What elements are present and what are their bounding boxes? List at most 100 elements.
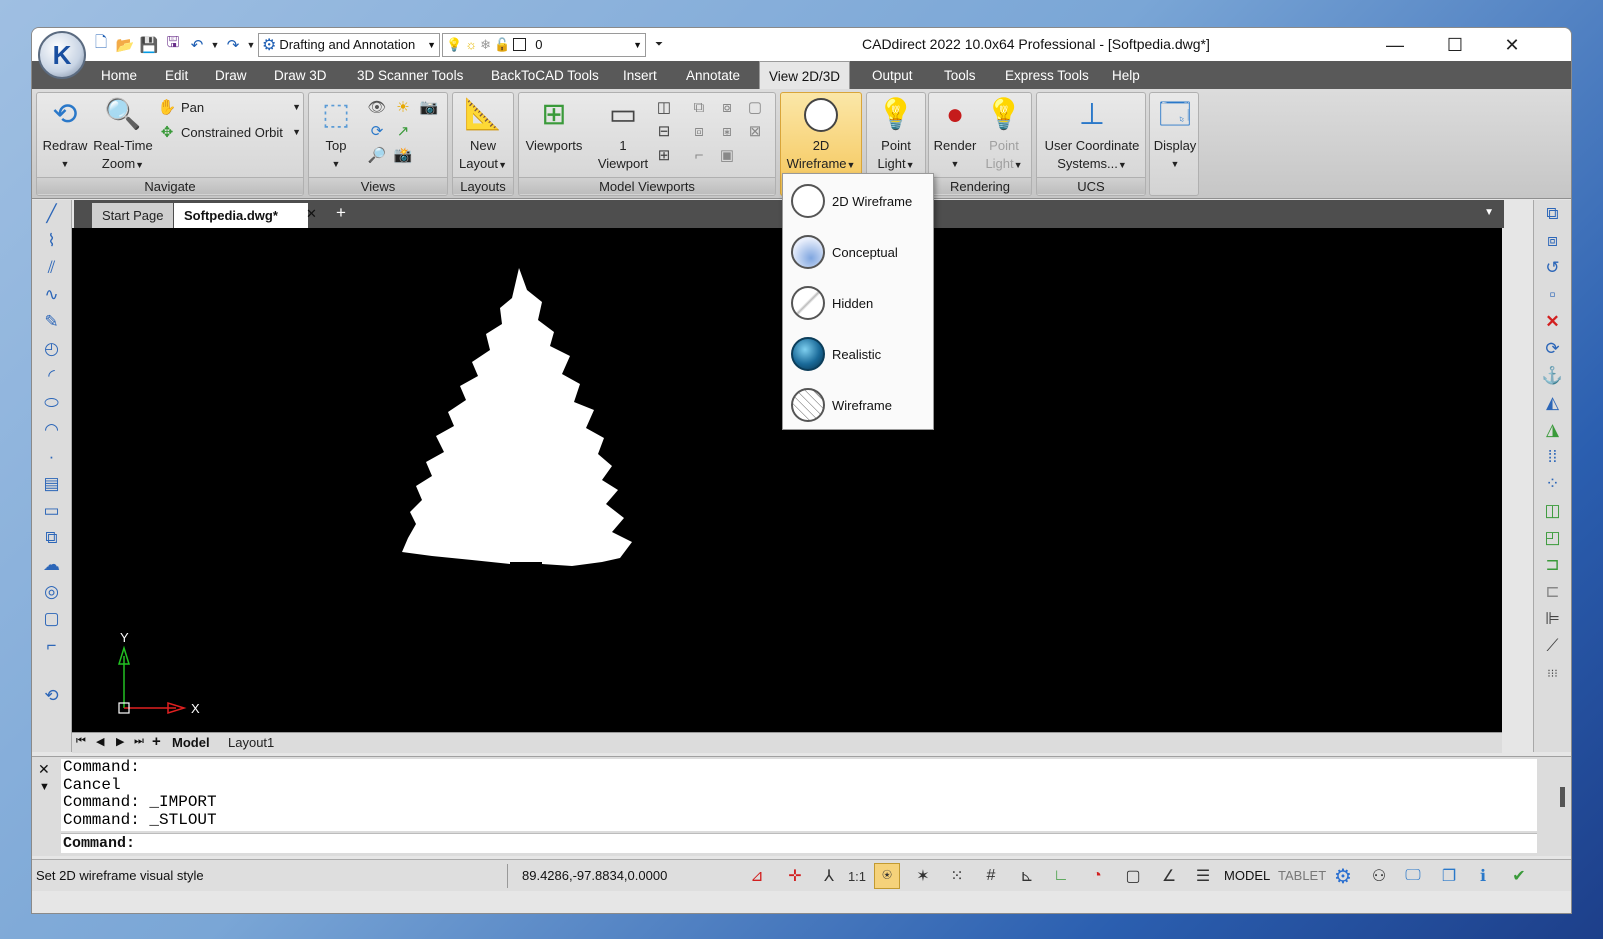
small-square-icon[interactable]: ▫ (1539, 282, 1567, 308)
lineweight-icon[interactable]: ☰ (1190, 863, 1216, 889)
break-icon[interactable]: ⊫ (1539, 606, 1567, 632)
coordinate-readout[interactable]: 89.4286,-97.8834,0.0000 (522, 868, 667, 883)
command-input[interactable]: Command: (61, 833, 1537, 853)
point-light-disabled-button[interactable]: 💡 Point Light▼ (979, 95, 1029, 174)
menu-home[interactable]: Home (92, 61, 146, 89)
layer-select[interactable]: 💡 ☼ ❄ 🔓 0 ▼ (442, 32, 646, 57)
close-button[interactable]: ✕ (1487, 30, 1537, 60)
view-eye-sun-icon[interactable]: ☀ (393, 97, 413, 117)
two-viewports-icon[interactable]: ◫ (654, 97, 674, 117)
menu-item-2d-wireframe[interactable]: 2D Wireframe (783, 176, 933, 226)
wipeout-icon[interactable]: ▢ (38, 606, 66, 632)
fillet-icon[interactable]: ⌐ (38, 633, 66, 659)
redraw-button[interactable]: ⟲ Redraw ▼ (39, 95, 91, 173)
viewport-frame-icon[interactable]: ▢ (745, 97, 765, 117)
add-layout-icon[interactable]: + (152, 733, 161, 750)
ortho-icon[interactable]: ⊾ (1014, 863, 1040, 889)
top-view-button[interactable]: ⬚ Top ▼ (311, 95, 361, 173)
snap-grid-icon[interactable]: ⊿ (744, 863, 770, 889)
first-layout-icon[interactable]: ⏮ (76, 735, 86, 748)
redo-dropdown-icon[interactable]: ▼ (246, 34, 256, 56)
four-viewports-icon[interactable]: ⊞ (654, 145, 674, 165)
grid-icon[interactable]: # (978, 863, 1004, 889)
workspace-users-icon[interactable]: ⚇ (1366, 863, 1392, 889)
camera-icon[interactable]: 📸 (393, 145, 413, 165)
realtime-zoom-button[interactable]: 🔍 Real-Time Zoom▼ (91, 95, 155, 174)
redo-icon[interactable]: ↷ (222, 34, 244, 56)
close-tab-icon[interactable]: ✕ (306, 206, 317, 222)
viewport-cross-icon[interactable]: ⊠ (745, 121, 765, 141)
ellipse-arc-icon[interactable]: ◠ (38, 417, 66, 443)
info-icon[interactable]: ℹ (1470, 863, 1496, 889)
menu-item-conceptual[interactable]: Conceptual (783, 227, 933, 277)
ellipse-icon[interactable]: ⬭ (38, 390, 66, 416)
menu-help[interactable]: Help (1103, 61, 1149, 89)
annotation-scale[interactable]: 1:1 (844, 863, 870, 889)
arc-icon[interactable]: ◜ (38, 363, 66, 389)
save-as-icon[interactable]: 🖫 (162, 34, 184, 56)
region-icon[interactable]: ⧉ (38, 525, 66, 551)
point-icon[interactable]: · (38, 444, 66, 470)
tablet-toggle[interactable]: TABLET (1278, 868, 1326, 883)
pan-button[interactable]: ✋ Pan ▼ (157, 97, 301, 117)
view-eye-icon[interactable]: 👁 (367, 97, 387, 117)
view-eye-arrow-icon[interactable]: ↗ (393, 121, 413, 141)
stretch-icon[interactable]: ◫ (1539, 498, 1567, 524)
open-file-icon[interactable]: 📂 (114, 34, 136, 56)
array-icon[interactable]: ⁞⁞ (1539, 444, 1567, 470)
command-scrollbar[interactable] (1560, 787, 1565, 807)
double-line-icon[interactable]: ⫽ (38, 255, 66, 281)
tab-list-dropdown-icon[interactable]: ▼ (1484, 207, 1494, 218)
settings-gear-icon[interactable]: ⚙ (1330, 863, 1356, 889)
next-layout-icon[interactable]: ▶ (116, 735, 124, 748)
rotate-icon[interactable]: ↺ (1539, 255, 1567, 281)
point-light-button[interactable]: 💡 Point Light▼ (869, 95, 923, 174)
rotate-3d-icon[interactable]: ⟳ (1539, 336, 1567, 362)
polygon-viewport-icon[interactable]: ⌐ (689, 145, 709, 165)
anchor-icon[interactable]: ⚓ (1539, 363, 1567, 389)
freehand-icon[interactable]: ✎ (38, 309, 66, 335)
clip-viewport-icon[interactable]: ⧈ (689, 121, 709, 141)
menu-output[interactable]: Output (863, 61, 922, 89)
undo-icon[interactable]: ↶ (186, 34, 208, 56)
extend-icon[interactable]: ⊏ (1539, 579, 1567, 605)
cursor-cross-icon[interactable]: ✛ (782, 863, 808, 889)
scale-viewport-icon[interactable]: ⧆ (717, 121, 737, 141)
object-tracking-icon[interactable]: ▢ (1120, 863, 1146, 889)
check-icon[interactable]: ✔ (1506, 863, 1532, 889)
explode-icon[interactable]: ⁝⁝⁝ (1539, 660, 1567, 686)
line-icon[interactable]: ╱ (38, 201, 66, 227)
menu-3d-scanner-tools[interactable]: 3D Scanner Tools (348, 61, 472, 89)
hatch-icon[interactable]: ▤ (38, 471, 66, 497)
display-button[interactable]: 🗔 Display ▼ (1152, 95, 1198, 173)
ucs-icon[interactable]: ⅄ (816, 863, 842, 889)
delete-icon[interactable]: ✕ (1539, 309, 1567, 335)
trim-icon[interactable]: ⊐ (1539, 552, 1567, 578)
polar-icon[interactable]: ∟ (1048, 863, 1074, 889)
save-icon[interactable]: 💾 (138, 34, 160, 56)
menu-express-tools[interactable]: Express Tools (996, 61, 1098, 89)
prev-layout-icon[interactable]: ◀ (96, 735, 104, 748)
object-snap-icon[interactable]: ◔ (1084, 863, 1110, 889)
maximize-button[interactable]: ☐ (1430, 30, 1480, 60)
polyline-icon[interactable]: ⌇ (38, 228, 66, 254)
view-orbit-icon[interactable]: ⟳ (367, 121, 387, 141)
menu-view-2d-3d[interactable]: View 2D/3D (759, 61, 851, 89)
minimize-button[interactable]: — (1370, 30, 1420, 60)
one-viewport-button[interactable]: ▭ 1 Viewport (593, 95, 653, 173)
menu-draw[interactable]: Draw (206, 61, 256, 89)
mirror-3d-icon[interactable]: ◮ (1539, 417, 1567, 443)
rectangle-icon[interactable]: ▭ (38, 498, 66, 524)
mirror-icon[interactable]: ◭ (1539, 390, 1567, 416)
ucs-button[interactable]: ⊥ User Coordinate Systems...▼ (1039, 95, 1145, 174)
dynamic-ucs-icon[interactable]: ∠ (1156, 863, 1182, 889)
visual-style-button[interactable]: 2D Wireframe▼ (783, 95, 859, 174)
render-button[interactable]: ● Render ▼ (931, 95, 979, 173)
tab-layout1[interactable]: Layout1 (228, 735, 274, 750)
model-space-toggle[interactable]: MODEL (1224, 868, 1270, 883)
constrained-orbit-button[interactable]: ✥ Constrained Orbit ▼ (157, 122, 301, 142)
join-viewports-icon[interactable]: ⧉ (689, 97, 709, 117)
menu-edit[interactable]: Edit (156, 61, 197, 89)
spline-icon[interactable]: ∿ (38, 282, 66, 308)
menu-backtocad-tools[interactable]: BackToCAD Tools (482, 61, 608, 89)
